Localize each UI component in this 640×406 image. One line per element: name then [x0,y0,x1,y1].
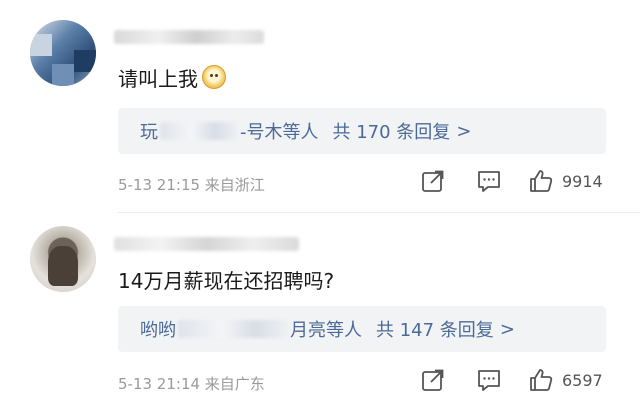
reply-user-suffix: 月亮等人 [290,320,362,341]
like-count: 6597 [562,371,603,390]
comment-item: 14万月薪现在还招聘吗? 哟哟 月亮等人 共 147 条回复 > 5-13 21… [0,213,640,406]
reply-count: 共 170 条回复 [332,122,451,143]
reply-user-prefix: 玩 [140,122,158,143]
comment-item: 请叫上我 玩 -号木等人 共 170 条回复 > 5-13 21:15 来自浙江… [0,0,640,213]
reply-user-blurred [160,122,238,140]
replies-preview-link[interactable]: 玩 -号木等人 共 170 条回复 > [118,108,606,154]
reply-user-prefix: 哟哟 [140,320,176,341]
comment-text: 14万月薪现在还招聘吗? [118,265,334,294]
reply-count: 共 147 条回复 [376,320,494,341]
like-count: 9914 [562,172,603,191]
comment-icon[interactable] [476,367,502,393]
comment-icon[interactable] [476,168,502,194]
reply-user-blurred [178,320,288,338]
reply-user-suffix: -号木等人 [240,122,319,143]
avatar[interactable] [30,226,96,292]
comment-meta: 5-13 21:15 来自浙江 [118,176,265,194]
like-icon[interactable] [528,367,554,393]
comment-meta: 5-13 21:14 来自广东 [118,375,265,393]
avatar[interactable] [30,20,96,86]
chevron-right-icon: > [499,318,515,340]
comment-text-content: 请叫上我 [118,67,198,91]
chevron-right-icon: > [456,120,472,142]
replies-preview-link[interactable]: 哟哟 月亮等人 共 147 条回复 > [118,306,606,352]
comment-text: 请叫上我 [118,63,226,92]
username-blurred[interactable] [114,237,299,251]
like-icon[interactable] [528,168,554,194]
doge-emoji-icon [202,65,226,89]
share-icon[interactable] [420,168,446,194]
share-icon[interactable] [420,367,446,393]
comment-text-content: 14万月薪现在还招聘吗? [118,269,335,293]
comment-actions: 9914 [420,168,620,196]
comment-actions: 6597 [420,367,620,395]
username-blurred[interactable] [114,30,264,44]
